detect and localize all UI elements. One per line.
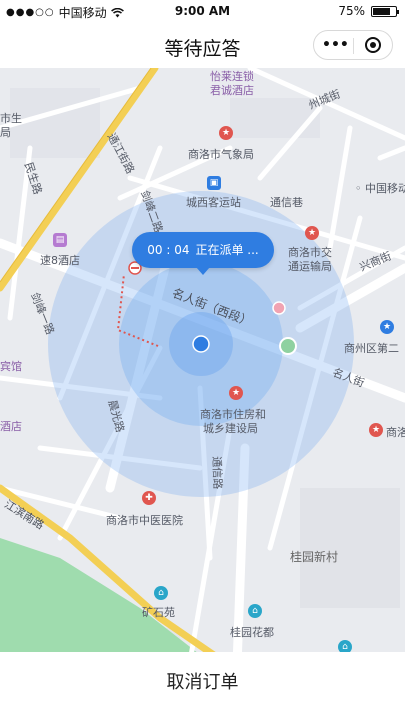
poi-sujiu8: 速8酒店 — [40, 254, 80, 267]
mini-program-capsule: ••• — [313, 30, 393, 60]
capsule-divider — [353, 38, 354, 54]
map-canvas — [0, 68, 405, 720]
battery-percent: 75% — [338, 4, 365, 18]
hotel-icon: ▤ — [53, 233, 67, 247]
poi-jiaotong-2: 通运输局 — [288, 260, 332, 273]
poi-qixiang: 商洛市气象局 — [188, 148, 254, 161]
poi-zhufang-2: 城乡建设局 — [203, 422, 258, 435]
poi-chengxi: 城西客运站 — [186, 196, 241, 209]
road-tongxinxiang: 通信巷 — [270, 196, 303, 209]
poi-binguan: 宾馆 — [0, 360, 22, 373]
poi-pin-star-icon-4: ★ — [369, 423, 383, 437]
poi-guiyuan-huadu: 桂园花都 — [230, 626, 274, 639]
poi-pin-star-icon-2: ★ — [305, 226, 319, 240]
poi-zhongguoyidong: ◦ 中国移动 — [355, 182, 405, 195]
poi-kuangshiyuan: 矿石苑 — [142, 606, 175, 619]
poi-pin-star-icon: ★ — [219, 126, 233, 140]
hospital-icon: ✚ — [142, 491, 156, 505]
cancel-order-button[interactable]: 取消订单 — [0, 652, 405, 714]
status-bar: ●●●○○ 中国移动 9:00 AM 75% — [0, 0, 405, 22]
bottom-bar: 取消订单 — [0, 652, 405, 720]
poi-juncheng: 君诚酒店 — [210, 84, 254, 97]
more-icon[interactable]: ••• — [322, 37, 349, 53]
battery-icon — [371, 5, 399, 17]
poi-guiyuan-xincun: 桂园新村 — [290, 550, 339, 564]
current-location-dot — [192, 335, 210, 353]
poi-pin-star-icon-3: ★ — [229, 386, 243, 400]
poi-zhongyi: 商洛市中医医院 — [106, 514, 183, 527]
dispatch-timer: 00 : 04 — [147, 243, 190, 257]
poi-shangzhou: 商州区第二 — [344, 342, 399, 355]
residence-icon: ⌂ — [154, 586, 168, 600]
poi-shang-partial: 商洛 — [386, 426, 405, 439]
close-mini-program-icon[interactable] — [365, 37, 381, 53]
road-tongxin: 通信路 — [210, 456, 225, 490]
school-icon: ★ — [380, 320, 394, 334]
poi-jiudian: 酒店 — [0, 420, 22, 433]
bus-station-icon: ▣ — [207, 176, 221, 190]
dispatch-text: 正在派单 ... — [195, 243, 259, 257]
residence-icon-2: ⌂ — [248, 604, 262, 618]
poi-shisheng-2: 局 — [0, 126, 11, 139]
map-view[interactable]: 怡莱连锁 君诚酒店 州城街 市生 局 ★ 商洛市气象局 通江街路 民生路 ▣ 城… — [0, 68, 405, 720]
dispatch-status-bubble: 00 : 04 正在派单 ... — [132, 232, 274, 275]
nav-bar: 等待应答 ••• — [0, 22, 405, 68]
status-right: 75% — [338, 4, 399, 18]
